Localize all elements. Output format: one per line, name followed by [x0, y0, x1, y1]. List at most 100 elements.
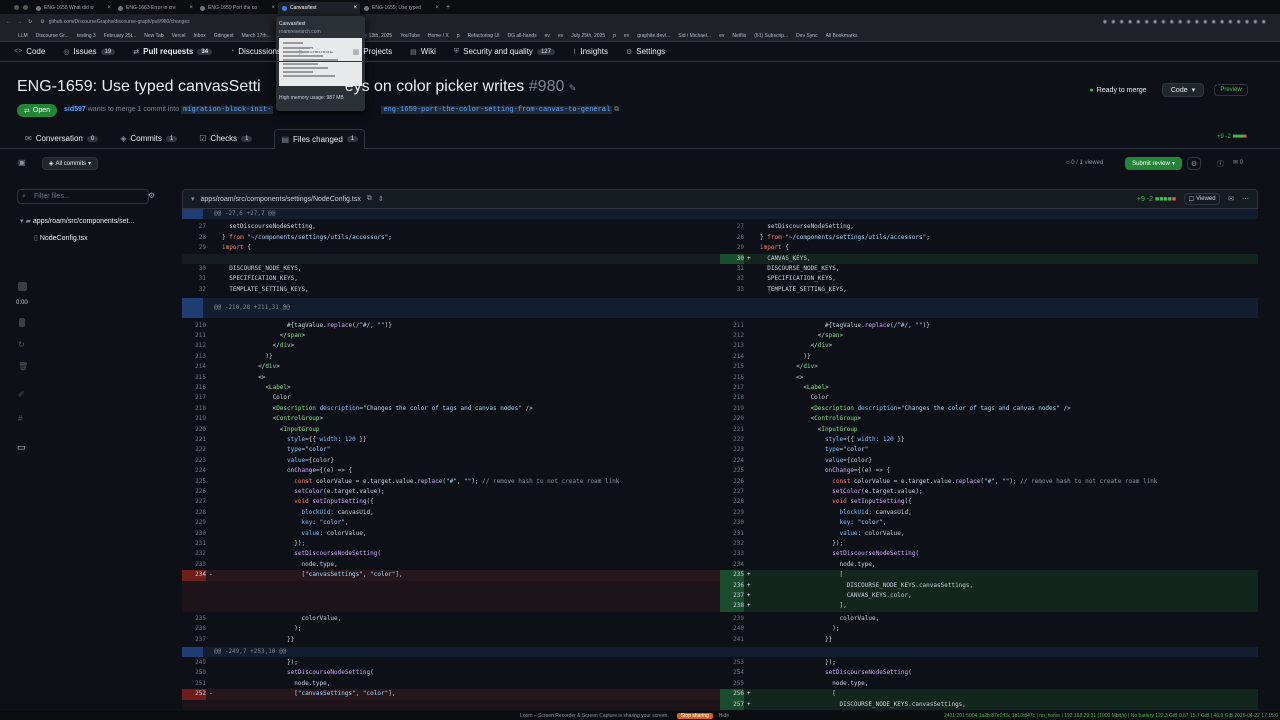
edit-pencil-icon[interactable]: ✎	[569, 83, 577, 93]
submit-review-button[interactable]: Submit review ▾	[1125, 157, 1182, 170]
pause-icon[interactable]	[19, 318, 25, 327]
settings-gear-icon[interactable]: ⚙	[1187, 157, 1201, 170]
repo-tab-code[interactable]: <> Code	[14, 47, 45, 56]
bookmark-item[interactable]: (61) Subscrip...	[754, 33, 788, 39]
tree-file[interactable]: ▯ NodeConfig.tsx	[34, 234, 88, 242]
bookmark-item[interactable]: Sid / Michael...	[678, 33, 711, 39]
repo-tab-settings[interactable]: ⚙ Settings	[626, 47, 665, 56]
bookmark-item[interactable]: ev	[624, 33, 629, 39]
browser-tab[interactable]: ENG-1659: Use typed ×	[360, 2, 442, 14]
bookmark-item[interactable]: graphite.dev/...	[637, 33, 670, 39]
expand-both-icon[interactable]	[182, 298, 203, 318]
bookmark-item[interactable]: All Bookmarks	[826, 33, 858, 39]
bookmark-item[interactable]: DG all-hands	[507, 33, 536, 39]
window-dot[interactable]	[23, 4, 28, 10]
comment-icon[interactable]: ✉	[1228, 195, 1234, 203]
author-link[interactable]: sid597	[64, 106, 86, 113]
bookmark-item[interactable]: Dev Sync	[796, 33, 817, 39]
bookmark-item[interactable]: New Tab	[144, 33, 163, 39]
tree-folder[interactable]: ▾ ▰ apps/roam/src/components/set...	[20, 217, 134, 225]
viewed-checkbox[interactable]: ☐ Viewed	[1184, 193, 1221, 205]
chevron-down-icon[interactable]: ▾	[191, 195, 195, 203]
url-field[interactable]: github.com/DiscourseGraphs/discourse-gra…	[49, 19, 190, 25]
bookmark-item[interactable]: February 25t...	[104, 33, 137, 39]
delete-icon[interactable]: 🗑	[18, 362, 28, 371]
bookmark-item[interactable]: ev	[719, 33, 724, 39]
back-icon[interactable]: ←	[6, 19, 11, 25]
copy-icon[interactable]: ⧉	[614, 106, 619, 113]
repo-tab-projects[interactable]: ▦ Projects	[353, 47, 393, 56]
preview-badge[interactable]: Preview	[1214, 84, 1248, 96]
tree-settings-icon[interactable]: ⚙	[148, 191, 155, 200]
bookmark-item[interactable]: Refactoring UI	[468, 33, 500, 39]
head-branch[interactable]: eng-1659-port-the-color-setting-from-can…	[381, 106, 613, 114]
stop-sharing-button[interactable]: Stop sharing	[676, 712, 713, 719]
diff-row: 27 setDiscourseNodeSetting, 27 setDiscou…	[198, 223, 854, 231]
close-icon[interactable]: ×	[435, 2, 439, 14]
bookmark-item[interactable]: Inbox	[194, 33, 206, 39]
repo-tab-wiki[interactable]: ▤ Wiki	[410, 47, 436, 56]
close-icon[interactable]: ×	[189, 2, 193, 14]
grid-icon[interactable]: #	[18, 414, 22, 423]
repo-tab-discussions[interactable]: ◔ Discussions	[230, 47, 281, 56]
info-icon[interactable]: ⓘ	[1217, 159, 1224, 169]
window-dot[interactable]	[14, 4, 19, 10]
close-icon[interactable]: ×	[271, 2, 275, 14]
bookmark-item[interactable]: Gitingest	[214, 33, 234, 39]
draw-icon[interactable]: ✐	[18, 390, 25, 399]
bookmark-item[interactable]: Home / X	[428, 33, 449, 39]
copy-path-icon[interactable]: ⧉	[367, 195, 372, 203]
tab-checks[interactable]: ☑ Checks 1	[199, 129, 253, 149]
filter-files-input[interactable]: ⌕ Filter files...	[17, 189, 149, 204]
browser-tab[interactable]: ENG-1658 What did w ×	[32, 2, 114, 14]
file-path[interactable]: apps/roam/src/components/settings/NodeCo…	[201, 196, 361, 203]
browser-tab-active[interactable]: Canvas/test ×	[278, 2, 360, 14]
ready-to-merge[interactable]: ● Ready to merge	[1081, 83, 1155, 97]
bookmark-item[interactable]: ev	[558, 33, 563, 39]
bookmark-item[interactable]: YouTube	[400, 33, 420, 39]
restart-icon[interactable]: ↻	[18, 340, 25, 349]
repo-tab-pull-requests[interactable]: ⇄ Pull requests 34	[133, 47, 213, 56]
forward-icon[interactable]: →	[17, 19, 22, 25]
reload-icon[interactable]: ↻	[28, 19, 32, 25]
repo-tab-issues[interactable]: ◎ Issues 19	[63, 47, 116, 56]
toggle-sidebar-icon[interactable]: ▣	[18, 158, 26, 167]
base-branch[interactable]: migration-block-init-	[181, 106, 274, 114]
new-tab-icon[interactable]: +	[446, 4, 450, 11]
pr-tabs: ✉ Conversation 0 ◈ Commits 1 ☑ Checks 1 ▤ Files ch…	[0, 128, 1280, 149]
camera-icon[interactable]: ▭	[17, 442, 26, 453]
bookmark-item[interactable]: July 25th, 2025	[571, 33, 605, 39]
extension-icons[interactable]: ◉◉◉◉◉◉◉◉◉◉◉◉◉◉◉◉◉◉◉◉	[1103, 19, 1270, 25]
diff-row: 233 node.type, 234 node.type,	[195, 560, 876, 568]
expand-up-icon[interactable]	[182, 209, 203, 220]
expand-icon[interactable]: ⇕	[378, 195, 384, 203]
close-icon[interactable]: ×	[353, 2, 357, 14]
repo-tab-insights[interactable]: ⌇ Insights	[573, 47, 608, 56]
bookmark-item[interactable]: LLM	[18, 33, 28, 39]
repo-tab-security-and-quality[interactable]: ⛨ Security and quality 127	[454, 47, 555, 56]
all-commits-dropdown[interactable]: ◈ All commits ▾	[42, 157, 98, 170]
browser-tab[interactable]: ENG-1659 Port the co ×	[196, 2, 278, 14]
comments-count[interactable]: ✉ 0	[1233, 159, 1243, 166]
bookmark-item[interactable]: ev	[545, 33, 550, 39]
tab-commits[interactable]: ◈ Commits 1	[120, 129, 178, 149]
tab-files-changed[interactable]: ▤ Files changed 1	[274, 128, 366, 149]
repo-tab-actions[interactable]: ▷ Actions	[299, 47, 335, 56]
code-button[interactable]: Code ▾	[1162, 83, 1204, 97]
bookmark-item[interactable]: March 17th...	[241, 33, 270, 39]
more-options-icon[interactable]: ⋯	[1242, 195, 1249, 203]
tab-conversation[interactable]: ✉ Conversation 0	[25, 129, 99, 149]
close-icon[interactable]: ×	[107, 2, 111, 14]
browser-tab[interactable]: ENG-1663 Error in cre ×	[114, 2, 196, 14]
bookmark-item[interactable]: testing 3	[77, 33, 96, 39]
bookmark-item[interactable]: p	[613, 33, 616, 39]
hide-button[interactable]: Hide	[719, 713, 729, 719]
bookmark-item[interactable]: Vercel	[172, 33, 186, 39]
stop-record-icon[interactable]	[18, 282, 27, 291]
bookmark-item[interactable]: Discourse Gr...	[36, 33, 69, 39]
site-info-icon[interactable]: ⚙	[40, 19, 44, 25]
checkbox-icon: ☐	[1188, 196, 1195, 203]
bookmark-item[interactable]: p	[457, 33, 460, 39]
bookmark-item[interactable]: Netflix	[732, 33, 746, 39]
expand-both-icon[interactable]	[182, 646, 203, 657]
